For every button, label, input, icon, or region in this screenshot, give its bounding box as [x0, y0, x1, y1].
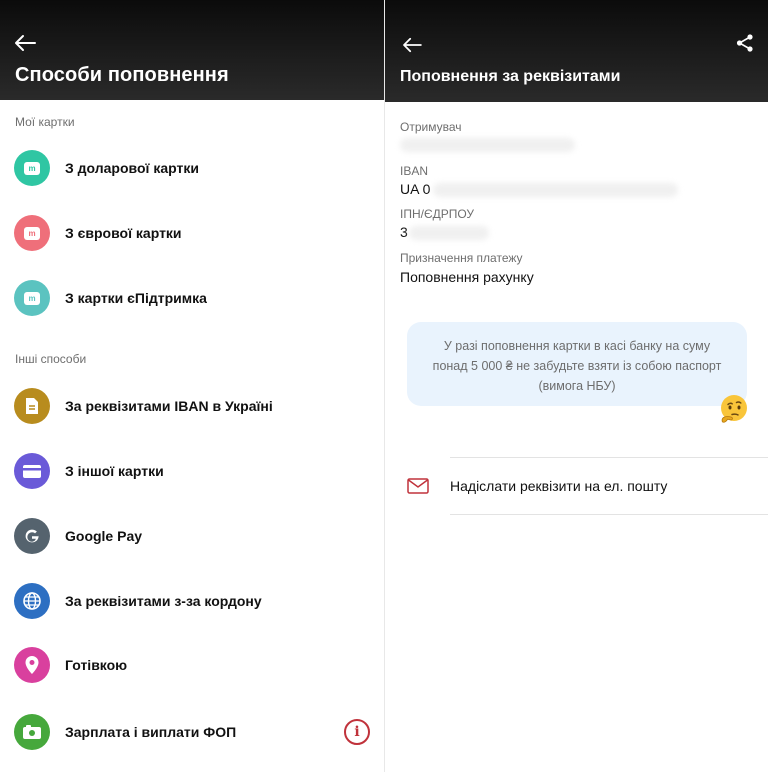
mono-card-icon: m [14, 150, 50, 186]
globe-icon [14, 583, 50, 619]
recipient-value-redacted [400, 138, 575, 152]
purpose-value[interactable]: Поповнення рахунку [400, 269, 534, 285]
arrow-left-icon [403, 37, 422, 53]
share-button[interactable] [732, 30, 758, 56]
tax-id-value-redacted [409, 226, 489, 240]
method-salary-fop[interactable]: Зарплата і виплати ФОП [0, 704, 384, 760]
method-label: Google Pay [65, 528, 143, 544]
method-iban-abroad[interactable]: За реквізитами з-за кордону [0, 573, 384, 629]
document-icon [14, 388, 50, 424]
method-label: З єврової картки [65, 225, 182, 241]
arrow-left-icon [15, 35, 36, 51]
location-pin-icon [14, 647, 50, 683]
method-label: З картки єПідтримка [65, 290, 207, 306]
method-other-card[interactable]: З іншої картки [0, 443, 384, 499]
passport-notice: У разі поповнення картки в касі банку на… [407, 322, 747, 406]
method-label: Зарплата і виплати ФОП [65, 724, 237, 740]
mail-icon [407, 478, 429, 494]
back-button[interactable] [397, 30, 427, 60]
method-cash[interactable]: Готівкою [0, 637, 384, 693]
recipient-label: Отримувач [400, 120, 462, 134]
top-up-details-header: Поповнення за реквізитами [385, 0, 768, 102]
tax-id-value[interactable]: 3 [400, 224, 408, 240]
top-up-methods-screen: Способи поповнення Мої картки m З доларо… [0, 0, 384, 772]
page-title: Поповнення за реквізитами [400, 68, 621, 85]
mono-card-icon: m [14, 280, 50, 316]
google-icon [14, 518, 50, 554]
iban-value-redacted [433, 183, 678, 197]
thinking-face-icon [721, 395, 747, 423]
page-title: Способи поповнення [15, 64, 229, 86]
method-google-pay[interactable]: Google Pay [0, 508, 384, 564]
mono-card-icon: m [14, 215, 50, 251]
divider [450, 514, 768, 515]
top-up-by-details-screen: Поповнення за реквізитами Отримувач IBAN… [384, 0, 768, 772]
method-label: З доларової картки [65, 160, 199, 176]
info-icon[interactable]: i [344, 719, 370, 745]
section-label-other-methods: Інші способи [15, 352, 87, 366]
purpose-label: Призначення платежу [400, 251, 523, 265]
method-label: За реквізитами IBAN в Україні [65, 398, 273, 414]
back-button[interactable] [10, 28, 40, 58]
send-details-email-button[interactable]: Надіслати реквізити на ел. пошту [385, 458, 768, 514]
top-up-methods-header: Способи поповнення [0, 0, 384, 100]
iban-value[interactable]: UA 0 [400, 181, 430, 197]
card-icon [14, 453, 50, 489]
share-icon [736, 34, 753, 52]
method-dollar-card[interactable]: m З доларової картки [0, 140, 384, 196]
iban-label[interactable]: IBAN [400, 164, 428, 178]
send-details-email-label: Надіслати реквізити на ел. пошту [450, 478, 668, 494]
method-iban-ukraine[interactable]: За реквізитами IBAN в Україні [0, 378, 384, 434]
method-label: Готівкою [65, 657, 128, 673]
method-label: З іншої картки [65, 463, 164, 479]
method-label: За реквізитами з-за кордону [65, 593, 262, 609]
method-epidtrymka-card[interactable]: m З картки єПідтримка [0, 270, 384, 326]
tax-id-label: ІПН/ЄДРПОУ [400, 207, 475, 221]
method-euro-card[interactable]: m З єврової картки [0, 205, 384, 261]
camera-icon [14, 714, 50, 750]
section-label-my-cards: Мої картки [15, 115, 75, 129]
